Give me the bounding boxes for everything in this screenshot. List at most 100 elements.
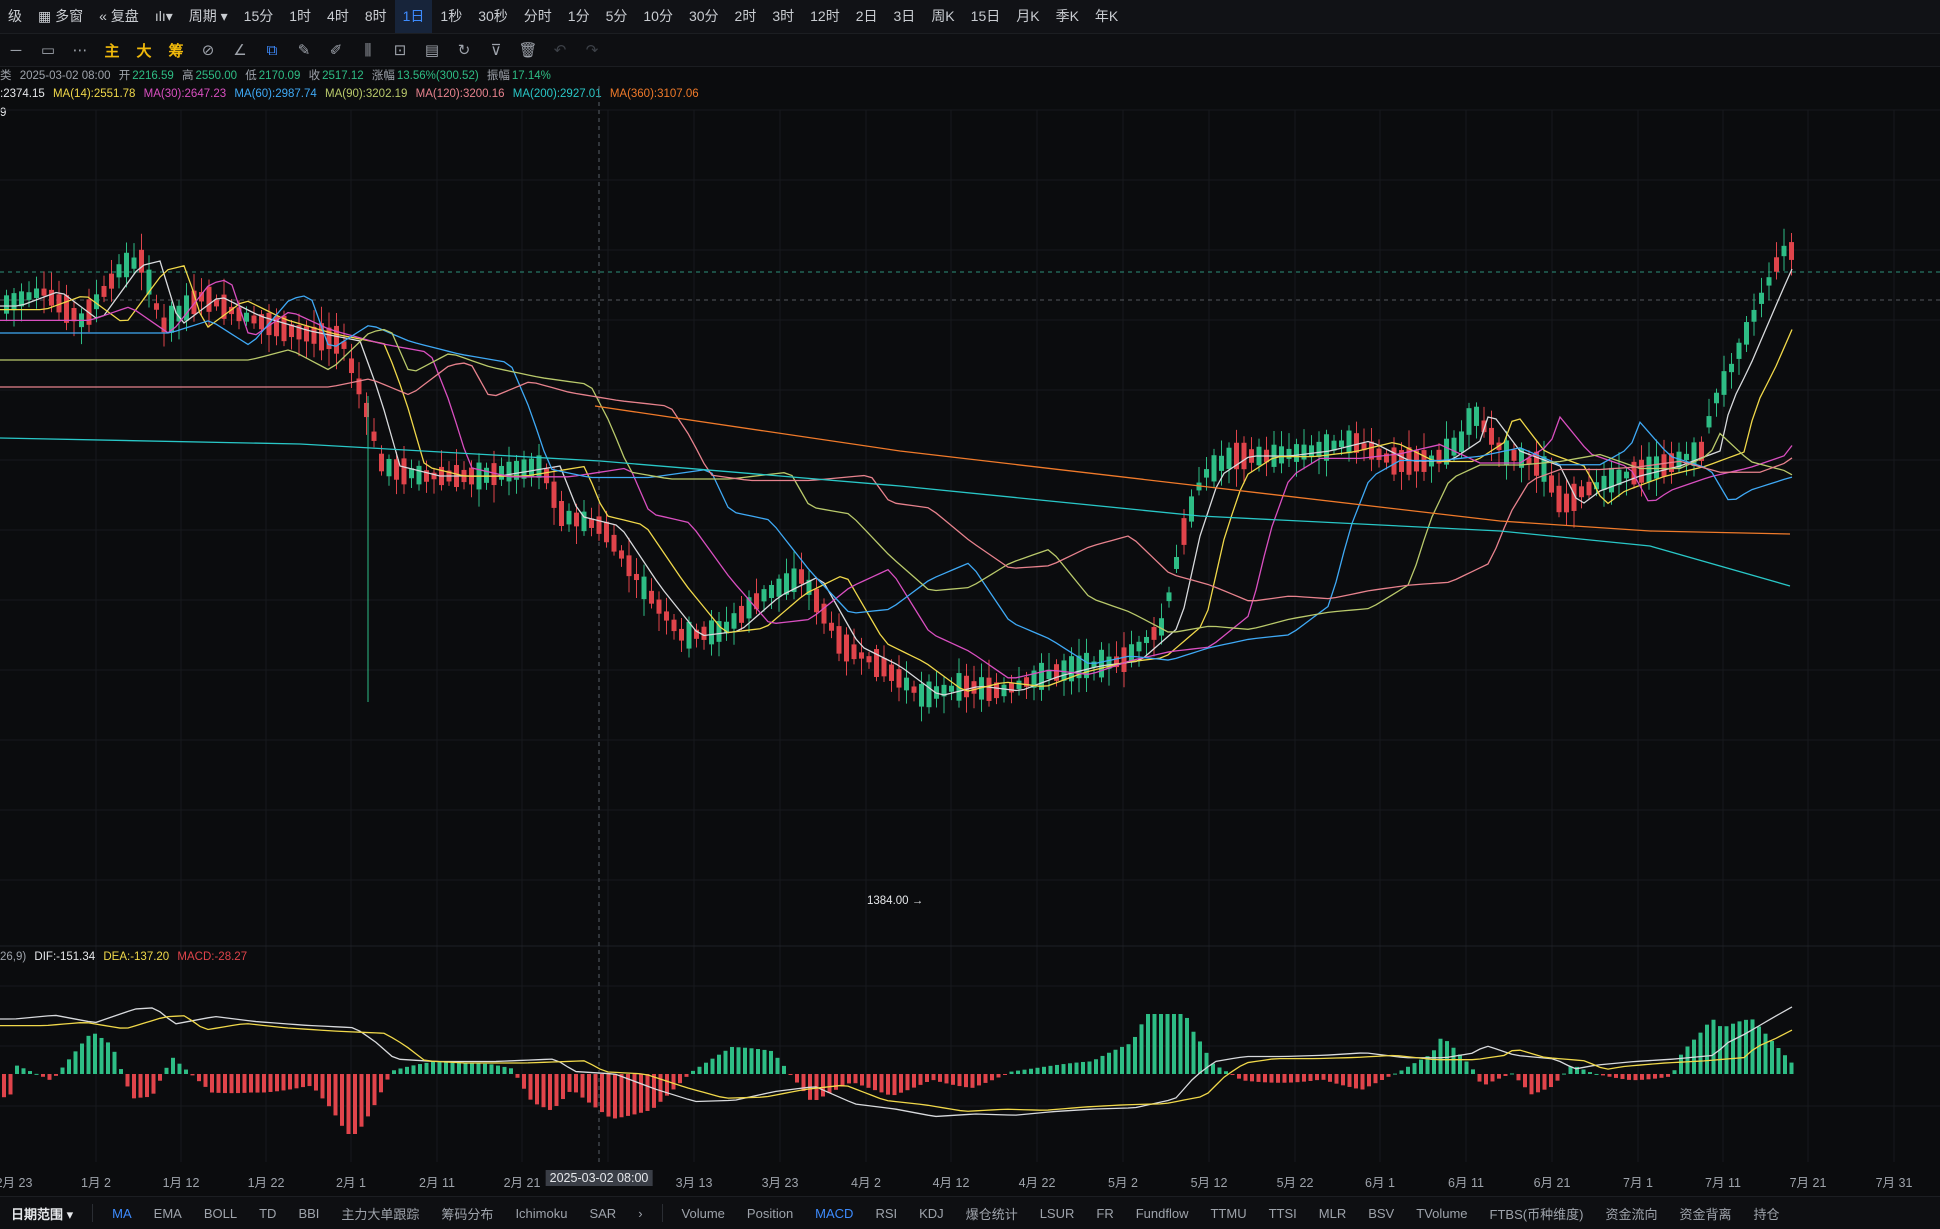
pencil-icon[interactable]: ✎ xyxy=(288,34,320,66)
candle-body xyxy=(1646,456,1652,483)
period-dropdown[interactable]: 周期 ▾ xyxy=(181,0,236,33)
macd-bar xyxy=(1276,1074,1280,1083)
indicator-chip[interactable]: 筹码分布 xyxy=(430,1204,504,1223)
redo-icon[interactable]: ↷ xyxy=(576,34,608,66)
sub-fund-divergence[interactable]: 资金背离 xyxy=(1668,1204,1742,1223)
macd-bar xyxy=(437,1062,442,1074)
period-4h[interactable]: 4时 xyxy=(319,0,357,33)
macd-bar xyxy=(119,1069,123,1074)
candle-body xyxy=(889,664,894,681)
sub-holdings[interactable]: 持仓 xyxy=(1742,1204,1790,1223)
more-tools-icon[interactable]: ⋯ xyxy=(64,34,96,66)
sub-fund-flow[interactable]: 资金流向 xyxy=(1594,1204,1668,1223)
period-timeshare[interactable]: 分时 xyxy=(516,0,560,33)
period-30m[interactable]: 30分 xyxy=(681,0,727,33)
macd-bar xyxy=(340,1074,344,1126)
indicator-td[interactable]: TD xyxy=(248,1206,287,1221)
period-5m[interactable]: 5分 xyxy=(598,0,636,33)
chart-type-button[interactable]: ılı▾ xyxy=(147,0,181,33)
main-force-button[interactable]: 主 xyxy=(96,34,128,66)
indicator-boll[interactable]: BOLL xyxy=(193,1206,248,1221)
period-3d[interactable]: 3日 xyxy=(886,0,924,33)
period-15d[interactable]: 15日 xyxy=(963,0,1009,33)
period-quarter[interactable]: 季K xyxy=(1048,0,1087,33)
indicator-ichimoku[interactable]: Ichimoku xyxy=(504,1206,578,1221)
period-30s[interactable]: 30秒 xyxy=(470,0,516,33)
candle-body xyxy=(1639,459,1644,483)
period-1d[interactable]: 1日 xyxy=(394,0,433,33)
macd-bar xyxy=(925,1074,929,1082)
sub-position[interactable]: Position xyxy=(736,1206,804,1221)
lock-icon[interactable]: ⊡ xyxy=(384,34,416,66)
sub-bsv[interactable]: BSV xyxy=(1357,1206,1405,1221)
sub-mlr[interactable]: MLR xyxy=(1308,1206,1357,1221)
indicator-sar[interactable]: SAR xyxy=(578,1206,627,1221)
sub-ttmu[interactable]: TTMU xyxy=(1199,1206,1257,1221)
sub-macd[interactable]: MACD xyxy=(804,1206,864,1221)
macd-bar xyxy=(151,1074,156,1094)
sub-ttsi[interactable]: TTSI xyxy=(1258,1206,1308,1221)
sub-fr[interactable]: FR xyxy=(1085,1206,1124,1221)
sub-lsur[interactable]: LSUR xyxy=(1029,1206,1086,1221)
indicator-ema[interactable]: EMA xyxy=(143,1206,193,1221)
period-2d[interactable]: 2日 xyxy=(848,0,886,33)
macd-bar xyxy=(21,1068,26,1074)
rectangle-tool-icon[interactable]: ▭ xyxy=(32,34,64,66)
replay-button[interactable]: « 复盘 xyxy=(91,0,147,33)
topbar-item-level[interactable]: 级 xyxy=(0,0,30,33)
sub-kdj[interactable]: KDJ xyxy=(908,1206,955,1221)
macd-bar xyxy=(1633,1074,1638,1081)
sub-liquidation[interactable]: 爆仓统计 xyxy=(955,1204,1029,1223)
indicator-ma[interactable]: MA xyxy=(101,1206,143,1221)
big-order-button[interactable]: 大 xyxy=(128,34,160,66)
period-12h[interactable]: 12时 xyxy=(802,0,848,33)
period-2h[interactable]: 2时 xyxy=(727,0,765,33)
indicator-main-force[interactable]: 主力大单跟踪 xyxy=(330,1204,430,1223)
period-1h[interactable]: 1时 xyxy=(281,0,319,33)
note-icon[interactable]: ▤ xyxy=(416,34,448,66)
line-tool-icon[interactable]: ─ xyxy=(0,34,32,66)
period-1m[interactable]: 1分 xyxy=(560,0,598,33)
macd-bar xyxy=(1029,1068,1033,1074)
indicator-edit-icon[interactable]: ⊘ xyxy=(192,34,224,66)
macd-bar xyxy=(333,1074,338,1116)
period-1s[interactable]: 1秒 xyxy=(432,0,470,33)
chip-button[interactable]: 筹 xyxy=(160,34,192,66)
period-week[interactable]: 周K xyxy=(923,0,962,33)
candle-body xyxy=(544,468,549,484)
candles-icon[interactable]: ⫼ xyxy=(352,34,384,66)
macd-bar xyxy=(619,1074,624,1118)
macd-bar xyxy=(301,1074,305,1088)
candle-body xyxy=(731,613,737,629)
period-10m[interactable]: 10分 xyxy=(635,0,681,33)
sub-rsi[interactable]: RSI xyxy=(864,1206,908,1221)
candle-body xyxy=(1309,445,1314,457)
macd-bar xyxy=(1451,1047,1456,1074)
brush-icon[interactable]: ✐ xyxy=(320,34,352,66)
date-range-dropdown[interactable]: 日期范围 ▾ xyxy=(0,1204,84,1223)
macd-bar xyxy=(587,1074,591,1103)
chevron-right-icon[interactable]: › xyxy=(627,1206,653,1221)
multi-window-button[interactable]: ▦ 多窗 xyxy=(30,0,91,33)
macd-bar xyxy=(1653,1074,1657,1079)
refresh-icon[interactable]: ↻ xyxy=(448,34,480,66)
sub-ftbs[interactable]: FTBS(币种维度) xyxy=(1479,1204,1595,1223)
macd-bar xyxy=(704,1062,708,1074)
undo-icon[interactable]: ↶ xyxy=(544,34,576,66)
indicator-bbi[interactable]: BBI xyxy=(287,1206,330,1221)
period-8h[interactable]: 8时 xyxy=(357,0,395,33)
period-15m[interactable]: 15分 xyxy=(236,0,282,33)
macd-bar xyxy=(996,1074,1001,1078)
period-year[interactable]: 年K xyxy=(1087,0,1126,33)
sub-tvolume[interactable]: TVolume xyxy=(1405,1206,1478,1221)
macd-bar xyxy=(1562,1073,1566,1075)
draw-settings-icon[interactable]: ∠ xyxy=(224,34,256,66)
magnet-icon[interactable]: ⧉ xyxy=(256,34,288,66)
trash-icon[interactable]: 🗑 xyxy=(512,34,544,66)
period-month[interactable]: 月K xyxy=(1008,0,1047,33)
price-chart[interactable] xyxy=(0,66,1940,1162)
sub-fundflow[interactable]: Fundflow xyxy=(1125,1206,1200,1221)
filter-icon[interactable]: ⊽ xyxy=(480,34,512,66)
sub-volume[interactable]: Volume xyxy=(671,1206,736,1221)
period-3h[interactable]: 3时 xyxy=(764,0,802,33)
